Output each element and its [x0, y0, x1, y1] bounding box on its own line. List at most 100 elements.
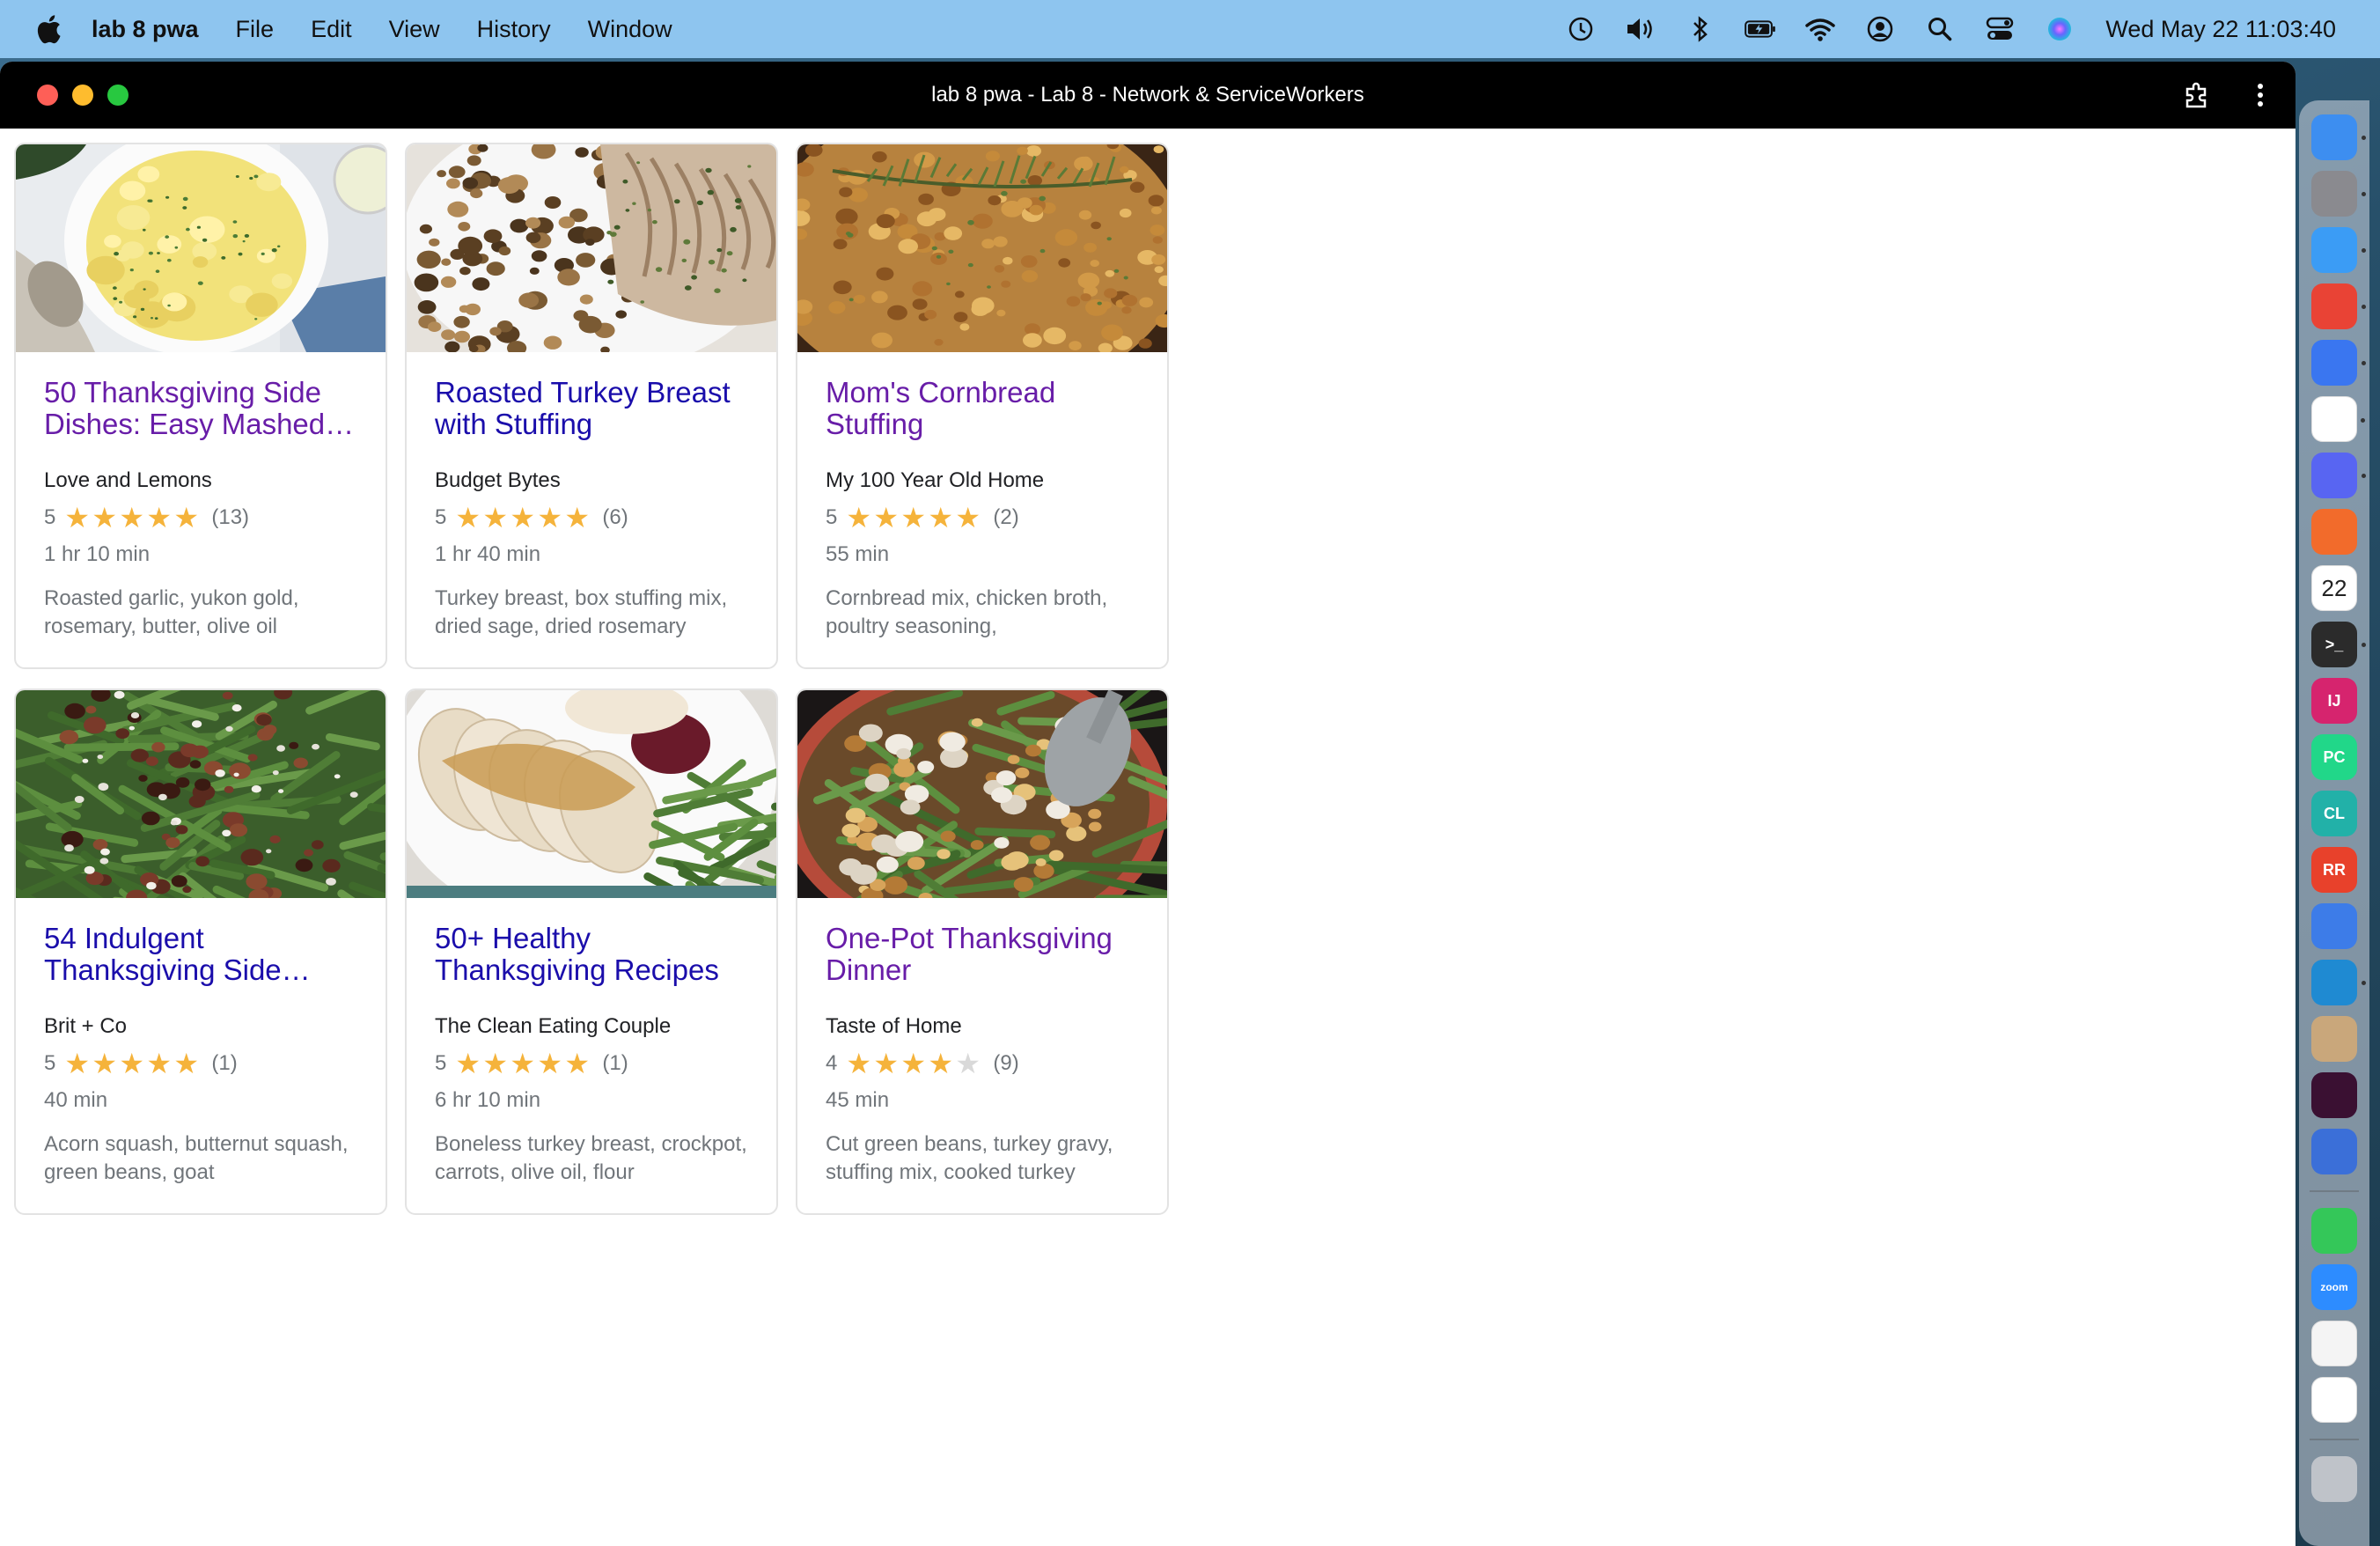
green-beans-pecans-image: [16, 690, 386, 898]
dock-app-label: zoom: [2320, 1281, 2348, 1293]
time-machine-icon[interactable]: [1565, 13, 1597, 45]
star-filled-icon: ★: [173, 502, 200, 534]
vscode-icon[interactable]: [2311, 960, 2366, 1005]
more-options-icon[interactable]: [2243, 77, 2278, 113]
finder-icon[interactable]: [2311, 114, 2366, 160]
rating-value: 5: [435, 1051, 447, 1075]
mail-icon[interactable]: [2311, 227, 2366, 273]
pycharm-icon[interactable]: PC: [2311, 734, 2357, 780]
recipe-image[interactable]: [407, 690, 776, 898]
recipe-time: 45 min: [826, 1088, 890, 1112]
discord-icon[interactable]: [2311, 453, 2366, 498]
system-settings-icon[interactable]: [2311, 171, 2366, 217]
recipe-source: Taste of Home: [826, 1014, 962, 1038]
running-indicator: [2361, 418, 2365, 423]
recipe-card-5[interactable]: 50+ Healthy Thanksgiving Recipes The Cle…: [405, 688, 778, 1215]
star-filled-icon: ★: [510, 1048, 536, 1079]
recipe-title[interactable]: 50+ Healthy Thanksgiving Recipes: [435, 923, 760, 986]
cornbread-stuffing-image: [797, 144, 1167, 352]
volume-icon[interactable]: [1625, 13, 1656, 45]
recipe-time: 40 min: [44, 1088, 108, 1112]
star-filled-icon: ★: [146, 1048, 173, 1079]
orange-app-icon[interactable]: [2311, 509, 2357, 555]
menu-window[interactable]: Window: [588, 16, 672, 43]
bluetooth-icon[interactable]: [1685, 13, 1716, 45]
recipe-time: 1 hr 40 min: [435, 542, 541, 566]
rating-value: 5: [44, 505, 56, 529]
rustrover-icon[interactable]: RR: [2311, 847, 2357, 893]
recipe-source: Love and Lemons: [44, 468, 212, 492]
chrome-icon[interactable]: [2311, 283, 2366, 329]
intellij-icon[interactable]: IJ: [2311, 678, 2357, 724]
rating-value: 5: [435, 505, 447, 529]
rating-value: 5: [826, 505, 838, 529]
user-icon[interactable]: [1864, 13, 1896, 45]
clion-icon[interactable]: CL: [2311, 791, 2357, 836]
recipe-ingredients: Boneless turkey breast, crockpot, carrot…: [435, 1132, 747, 1184]
apple-icon[interactable]: [35, 14, 62, 44]
spotlight-icon[interactable]: [1924, 13, 1956, 45]
recipe-title[interactable]: 50 Thanksgiving Side Dishes: Easy Mashed…: [44, 377, 370, 440]
terminal-icon[interactable]: >_: [2311, 622, 2366, 667]
review-count: (13): [211, 505, 250, 529]
star-filled-icon: ★: [455, 502, 481, 534]
xcode-icon[interactable]: [2311, 903, 2357, 949]
star-filled-icon: ★: [537, 1048, 563, 1079]
dock-app-label: RR: [2323, 860, 2346, 879]
recipe-card-3[interactable]: Mom's Cornbread Stuffing My 100 Year Old…: [796, 143, 1169, 669]
recipe-card-2[interactable]: Roasted Turkey Breast with Stuffing Budg…: [405, 143, 778, 669]
recipe-title[interactable]: 54 Indulgent Thanksgiving Side Dishes: [44, 923, 370, 986]
star-filled-icon: ★: [146, 502, 173, 534]
signal-icon[interactable]: [2311, 340, 2366, 386]
wifi-icon[interactable]: [1804, 13, 1836, 45]
menubar-clock[interactable]: Wed May 22 11:03:40: [2105, 16, 2336, 43]
recipe-image[interactable]: [16, 690, 386, 898]
recipe-title[interactable]: One-Pot Thanksgiving Dinner: [826, 923, 1151, 986]
chatgpt-icon[interactable]: [2311, 1377, 2357, 1423]
recipe-card-6[interactable]: One-Pot Thanksgiving Dinner Taste of Hom…: [796, 688, 1169, 1215]
recipe-image[interactable]: [797, 690, 1167, 898]
title-bar[interactable]: lab 8 pwa - Lab 8 - Network & ServiceWor…: [0, 62, 2296, 129]
bird-app-icon[interactable]: [2311, 1072, 2357, 1118]
mushroom-app-icon[interactable]: [2311, 1016, 2357, 1062]
menu-edit[interactable]: Edit: [311, 16, 352, 43]
recipe-time: 1 hr 10 min: [44, 542, 151, 566]
notes-app-icon[interactable]: [2311, 1321, 2357, 1366]
recipe-card-4[interactable]: 54 Indulgent Thanksgiving Side Dishes Br…: [14, 688, 387, 1215]
star-filled-icon: ★: [537, 502, 563, 534]
control-center-icon[interactable]: [1984, 13, 2016, 45]
siri-icon[interactable]: [2044, 13, 2075, 45]
dock-app-label: 22: [2321, 574, 2347, 601]
review-count: (1): [211, 1051, 238, 1075]
recipe-title[interactable]: Roasted Turkey Breast with Stuffing: [435, 377, 760, 440]
recipe-card-1[interactable]: 50 Thanksgiving Side Dishes: Easy Mashed…: [14, 143, 387, 669]
battery-icon[interactable]: [1745, 13, 1776, 45]
recipe-image[interactable]: [16, 144, 386, 352]
mask-app-icon[interactable]: [2311, 1129, 2357, 1174]
recipe-image[interactable]: [797, 144, 1167, 352]
trash-icon[interactable]: [2311, 1456, 2357, 1502]
recipe-ingredients: Acorn squash, butternut squash, green be…: [44, 1132, 349, 1184]
calendar-icon[interactable]: 22: [2311, 565, 2357, 611]
app-menu[interactable]: lab 8 pwa: [92, 16, 199, 43]
recipe-rating: 5 ★ ★ ★ ★ ★ (2): [826, 504, 1019, 532]
recipe-source: My 100 Year Old Home: [826, 468, 1045, 492]
menu-view[interactable]: View: [389, 16, 440, 43]
slack-icon[interactable]: [2311, 396, 2365, 442]
extensions-icon[interactable]: [2179, 77, 2215, 113]
star-filled-icon: ★: [873, 1048, 900, 1079]
dock-app-label: >_: [2325, 635, 2344, 653]
running-indicator: [2362, 248, 2366, 253]
star-rating: ★ ★ ★ ★ ★: [455, 504, 591, 532]
turkey-gravy-plate-image: [407, 690, 776, 898]
menu-file[interactable]: File: [236, 16, 275, 43]
star-filled-icon: ★: [92, 502, 118, 534]
recipe-image[interactable]: [407, 144, 776, 352]
zoom-icon[interactable]: zoom: [2311, 1264, 2357, 1310]
dock-app-label: PC: [2323, 747, 2346, 766]
recipe-title[interactable]: Mom's Cornbread Stuffing: [826, 377, 1151, 440]
star-rating: ★ ★ ★ ★ ★: [64, 1049, 201, 1078]
menu-history[interactable]: History: [477, 16, 551, 43]
messages-icon[interactable]: [2311, 1208, 2357, 1254]
rating-value: 4: [826, 1051, 838, 1075]
